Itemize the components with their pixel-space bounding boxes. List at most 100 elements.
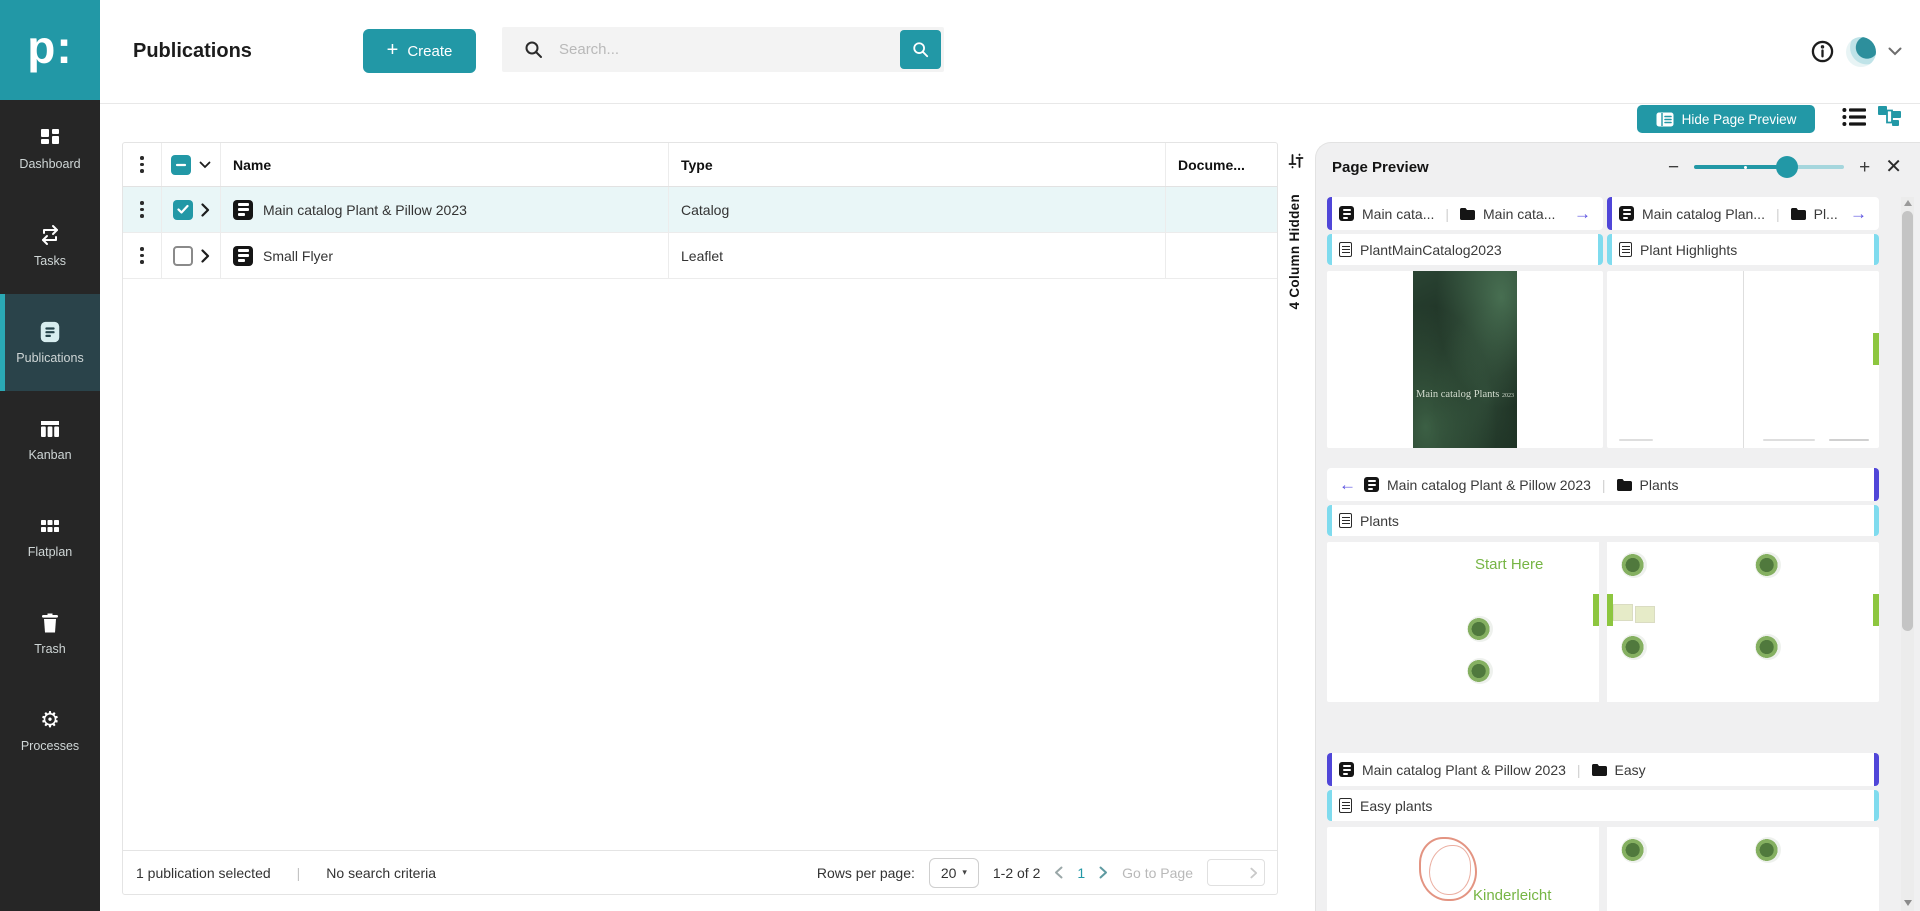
row-expand-chevron-right-icon[interactable] xyxy=(201,249,210,263)
zoom-in-button[interactable]: + xyxy=(1859,158,1870,177)
preview-breadcrumb[interactable]: Main catalog Plant & Pillow 2023 | Easy xyxy=(1327,753,1879,786)
arrow-right-icon[interactable]: → xyxy=(1574,205,1591,222)
publication-name: Main catalog Plant & Pillow 2023 xyxy=(263,202,467,218)
info-icon[interactable] xyxy=(1811,40,1834,63)
sidebar-item-processes[interactable]: ⚙ Processes xyxy=(0,682,100,779)
preview-scrollbar-thumb[interactable] xyxy=(1902,211,1913,631)
hierarchy-view-icon[interactable] xyxy=(1878,106,1901,128)
page-thumbnail[interactable]: Start Here xyxy=(1327,542,1599,702)
processes-icon: ⚙ xyxy=(38,708,62,732)
column-header-type[interactable]: Type xyxy=(668,143,1165,186)
next-page-chevron-icon[interactable] xyxy=(1099,866,1108,879)
column-header-name[interactable]: Name xyxy=(221,143,668,186)
page-thumbnail[interactable] xyxy=(1607,827,1879,911)
plant-photo xyxy=(1613,604,1633,621)
page-thumbnail[interactable] xyxy=(1607,271,1879,448)
sidebar-item-label: Trash xyxy=(34,642,66,656)
sidebar-item-publications[interactable]: Publications xyxy=(0,294,100,391)
search-input[interactable] xyxy=(557,40,900,59)
publication-icon xyxy=(1619,206,1634,221)
sidebar-item-label: Flatplan xyxy=(28,545,72,559)
folder-icon xyxy=(1617,479,1632,491)
plant-photo xyxy=(1755,552,1781,578)
table-footer: 1 publication selected | No search crite… xyxy=(123,850,1277,894)
column-header-documents[interactable]: Docume... xyxy=(1165,143,1277,186)
page-icon xyxy=(1339,798,1352,813)
go-to-page-submit-icon[interactable] xyxy=(1250,867,1264,879)
row-expand-chevron-right-icon[interactable] xyxy=(201,203,210,217)
zoom-slider[interactable] xyxy=(1694,156,1844,178)
select-all-checkbox[interactable] xyxy=(171,155,191,175)
row-kebab-menu-icon[interactable] xyxy=(136,197,148,222)
flatplan-icon xyxy=(38,514,62,538)
go-to-page-label: Go to Page xyxy=(1122,865,1193,881)
preview-page-row[interactable]: PlantMainCatalog2023 xyxy=(1327,234,1603,265)
create-button[interactable]: + Create xyxy=(363,29,476,73)
page-thumbnail[interactable]: Kinderleicht xyxy=(1327,827,1599,911)
arrow-left-icon[interactable]: ← xyxy=(1339,476,1356,493)
header-kebab-menu-icon[interactable] xyxy=(136,152,148,177)
scroll-down-icon[interactable] xyxy=(1904,900,1912,906)
preview-page-row[interactable]: Plant Highlights xyxy=(1607,234,1879,265)
current-page-number[interactable]: 1 xyxy=(1077,865,1085,881)
sidebar-item-tasks[interactable]: Tasks xyxy=(0,197,100,294)
table-row[interactable]: Main catalog Plant & Pillow 2023 Catalog xyxy=(123,187,1277,233)
sidebar-item-dashboard[interactable]: Dashboard xyxy=(0,100,100,197)
arrow-right-icon[interactable]: → xyxy=(1850,205,1867,222)
sidebar-item-kanban[interactable]: Kanban xyxy=(0,391,100,488)
page-thumbnail[interactable]: Main catalog Plants 2023 xyxy=(1327,271,1603,448)
row-checkbox[interactable] xyxy=(173,200,193,220)
sidebar-item-flatplan[interactable]: Flatplan xyxy=(0,488,100,585)
row-kebab-menu-icon[interactable] xyxy=(136,243,148,268)
publication-name: Small Flyer xyxy=(263,248,333,264)
plant-photo xyxy=(1621,552,1647,578)
plant-photo xyxy=(1621,634,1647,660)
rows-per-page-select[interactable]: 20 ▾ xyxy=(929,858,979,888)
close-preview-icon[interactable]: ✕ xyxy=(1885,157,1902,177)
publication-icon xyxy=(233,246,253,266)
search-submit-button[interactable] xyxy=(900,30,941,69)
plant-photo xyxy=(1467,658,1493,684)
user-avatar[interactable] xyxy=(1846,37,1876,67)
preview-page-row[interactable]: Plants xyxy=(1327,505,1879,536)
column-settings-icon[interactable] xyxy=(1287,152,1305,170)
plus-icon: + xyxy=(387,40,399,60)
sidebar-item-label: Dashboard xyxy=(19,157,80,171)
tasks-icon xyxy=(38,223,62,247)
search-icon xyxy=(524,40,543,59)
row-range: 1-2 of 2 xyxy=(993,865,1040,881)
page-thumbnail[interactable] xyxy=(1607,542,1879,702)
list-view-icon[interactable] xyxy=(1842,107,1866,127)
zoom-slider-track[interactable] xyxy=(1694,165,1844,169)
folder-icon xyxy=(1460,208,1475,220)
sidebar-item-label: Kanban xyxy=(28,448,71,462)
search-bar xyxy=(502,27,944,72)
publications-icon xyxy=(38,320,62,344)
selection-chevron-down-icon[interactable] xyxy=(199,161,211,169)
preview-page-row[interactable]: Easy plants xyxy=(1327,790,1879,821)
previous-page-chevron-icon[interactable] xyxy=(1054,866,1063,879)
zoom-out-button[interactable]: − xyxy=(1668,158,1679,177)
hide-page-preview-button[interactable]: Hide Page Preview xyxy=(1637,105,1815,133)
zoom-slider-tick xyxy=(1744,166,1747,169)
hidden-columns-count[interactable]: 4 Column Hidden xyxy=(1287,194,1302,310)
preview-card: Main catalog Plant & Pillow 2023 | Easy … xyxy=(1327,753,1879,911)
plant-photo xyxy=(1621,837,1647,863)
preview-breadcrumb[interactable]: Main catalog Plan... | Pl... → xyxy=(1607,197,1879,230)
row-checkbox[interactable] xyxy=(173,246,193,266)
publication-icon xyxy=(233,200,253,220)
top-bar: Publications + Create xyxy=(100,0,1920,104)
sidebar-item-trash[interactable]: Trash xyxy=(0,585,100,682)
go-to-page-input[interactable] xyxy=(1208,864,1248,881)
preview-card: ← Main catalog Plant & Pillow 2023 | Pla… xyxy=(1327,468,1879,702)
user-menu-chevron-down-icon[interactable] xyxy=(1888,47,1902,56)
app-logo[interactable]: p: xyxy=(0,0,100,100)
zoom-slider-thumb[interactable] xyxy=(1776,156,1798,178)
page-title: Publications xyxy=(133,40,252,63)
preview-breadcrumb[interactable]: ← Main catalog Plant & Pillow 2023 | Pla… xyxy=(1327,468,1879,501)
scroll-up-icon[interactable] xyxy=(1904,200,1912,206)
table-row[interactable]: Small Flyer Leaflet xyxy=(123,233,1277,279)
preview-scrollbar[interactable] xyxy=(1901,197,1914,911)
select-caret-icon: ▾ xyxy=(962,867,967,878)
preview-breadcrumb[interactable]: Main cata... | Main cata... → xyxy=(1327,197,1603,230)
